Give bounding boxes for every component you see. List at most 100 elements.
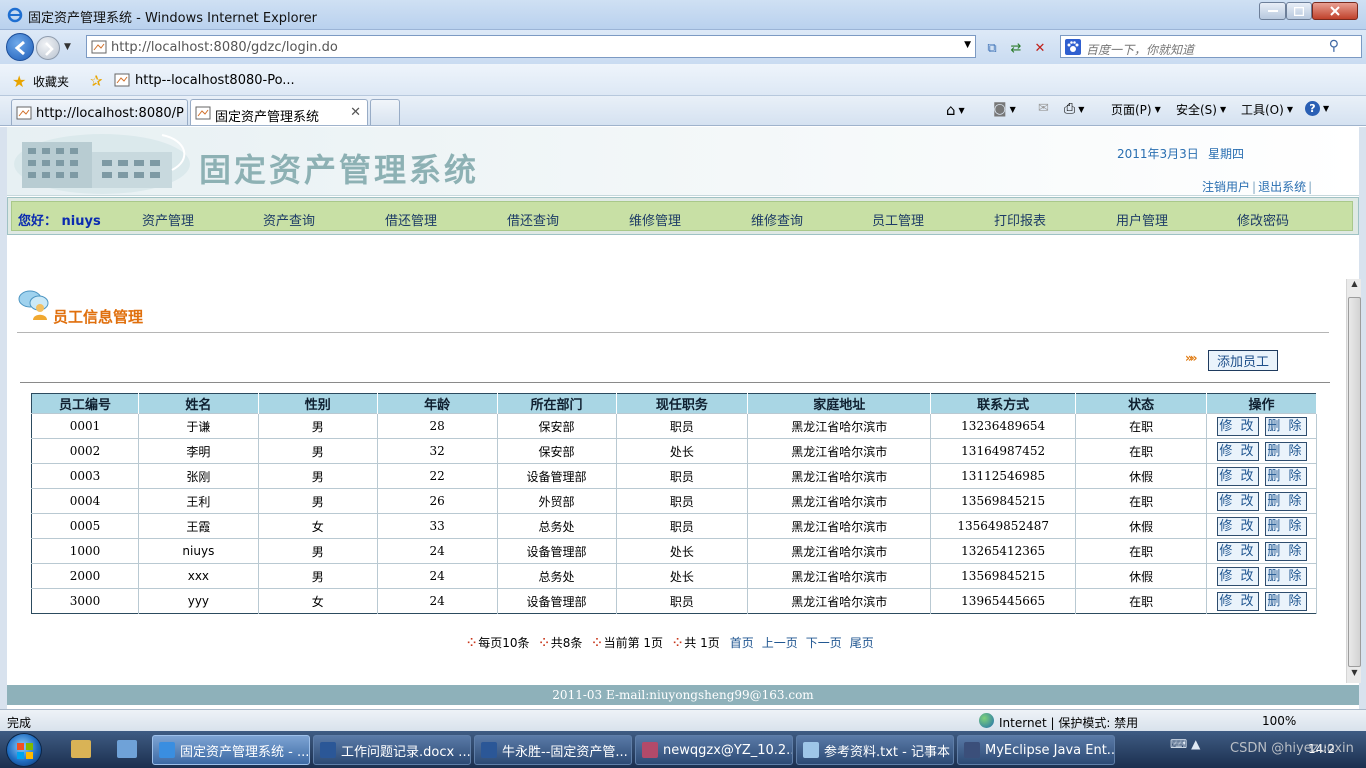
favorites-button[interactable]: 收藏夹 [33, 73, 69, 90]
search-icon[interactable]: ⚲ [1329, 38, 1339, 54]
edit-button[interactable]: 修 改 [1216, 491, 1259, 511]
menu-repair-management[interactable]: 维修管理 [629, 210, 681, 229]
menu-employee-management[interactable]: 员工管理 [872, 210, 924, 229]
favorite-link[interactable]: http--localhost8080-Po... [135, 73, 295, 88]
scroll-down-icon[interactable]: ▼ [1348, 668, 1361, 683]
edit-button[interactable]: 修 改 [1216, 516, 1259, 536]
refresh-icon[interactable]: ⇄ [1006, 38, 1026, 58]
favorites-star-icon[interactable]: ★ [12, 72, 26, 91]
back-button[interactable] [6, 33, 34, 61]
taskbar-item-word[interactable]: 工作问题记录.docx ... [313, 735, 471, 765]
home-icon: ⌂ [946, 101, 956, 119]
tray-icons[interactable]: ⌨ ▲ [1170, 737, 1200, 751]
edit-button[interactable]: 修 改 [1216, 541, 1259, 561]
delete-button[interactable]: 删 除 [1264, 566, 1307, 586]
table-cell: xxx [138, 563, 259, 589]
main-menu-inner: 您好： niuys 资产管理 资产查询 借还管理 借还查询 维修管理 维修查询 … [11, 201, 1353, 231]
forward-button[interactable] [36, 36, 60, 60]
table-cell: 男 [258, 413, 378, 439]
table-cell: 在职 [1075, 413, 1208, 439]
next-page-link[interactable]: 下一页 [806, 634, 842, 651]
menu-borrow-management[interactable]: 借还管理 [385, 210, 437, 229]
taskbar-item-notepad[interactable]: 参考资料.txt - 记事本 [796, 735, 954, 765]
delete-button[interactable]: 删 除 [1264, 466, 1307, 486]
close-button[interactable] [1312, 2, 1358, 20]
history-dropdown-icon[interactable]: ▼ [64, 42, 71, 52]
scroll-up-icon[interactable]: ▲ [1348, 279, 1361, 294]
edit-button[interactable]: 修 改 [1216, 441, 1259, 461]
tab-asset-system[interactable]: 固定资产管理系统 ✕ [190, 99, 368, 125]
minimize-button[interactable] [1259, 2, 1286, 20]
delete-button[interactable]: 删 除 [1264, 491, 1307, 511]
home-button[interactable]: ⌂ ▼ [946, 101, 965, 119]
delete-button[interactable]: 删 除 [1264, 516, 1307, 536]
maximize-button[interactable] [1286, 2, 1312, 20]
delete-button[interactable]: 删 除 [1264, 541, 1307, 561]
taskbar-item-word-doc[interactable]: 牛永胜--固定资产管... [474, 735, 632, 765]
table-cell: 3000 [31, 588, 139, 614]
menu-asset-management[interactable]: 资产管理 [142, 210, 194, 229]
table-cell: 在职 [1075, 488, 1208, 514]
network-icon[interactable] [117, 740, 137, 758]
stop-icon[interactable]: ✕ [1030, 38, 1050, 58]
exit-system-link[interactable]: 退出系统 [1258, 180, 1306, 194]
new-tab-button[interactable] [370, 99, 400, 125]
table-cell: 黑龙江省哈尔滨市 [747, 538, 932, 564]
close-tab-icon[interactable]: ✕ [350, 105, 361, 120]
edit-button[interactable]: 修 改 [1216, 591, 1259, 611]
menu-user-management[interactable]: 用户管理 [1116, 210, 1168, 229]
table-cell: 外贸部 [497, 488, 617, 514]
menu-change-password[interactable]: 修改密码 [1237, 210, 1289, 229]
baidu-paw-icon [1065, 39, 1081, 55]
table-cell: 保安部 [497, 413, 617, 439]
double-chevron-right-icon: »» [1185, 351, 1197, 365]
actions-cell: 修 改删 除 [1206, 563, 1317, 589]
menu-repair-query[interactable]: 维修查询 [751, 210, 803, 229]
prev-page-link[interactable]: 上一页 [762, 634, 798, 651]
compatibility-view-icon[interactable]: ⧉ [982, 38, 1002, 58]
app-title: 固定资产管理系统 [199, 151, 480, 189]
first-page-link[interactable]: 首页 [730, 634, 754, 651]
security-zone[interactable]: Internet | 保护模式: 禁用 [999, 714, 1138, 731]
page-menu[interactable]: 页面(P) ▼ [1111, 101, 1161, 118]
menu-print-report[interactable]: 打印报表 [994, 210, 1046, 229]
delete-button[interactable]: 删 除 [1264, 416, 1307, 436]
table-cell: 26 [377, 488, 498, 514]
edit-button[interactable]: 修 改 [1216, 416, 1259, 436]
last-page-link[interactable]: 尾页 [850, 634, 874, 651]
table-cell: 33 [377, 513, 498, 539]
zoom-level[interactable]: 100% [1262, 714, 1296, 728]
taskbar-item-label: 工作问题记录.docx ... [341, 744, 471, 760]
tab-localhost[interactable]: http://localhost:8080/Po... [11, 99, 188, 125]
tools-menu[interactable]: 工具(O) ▼ [1241, 101, 1293, 118]
vertical-scrollbar[interactable]: ▲ ▼ [1346, 279, 1361, 683]
taskbar-item-browser[interactable]: 固定资产管理系统 - ... [152, 735, 310, 765]
edit-button[interactable]: 修 改 [1216, 566, 1259, 586]
logout-user-link[interactable]: 注销用户 [1202, 180, 1250, 194]
table-cell: 2000 [31, 563, 139, 589]
help-button[interactable]: ? ▼ [1305, 101, 1329, 116]
taskbar-item-db[interactable]: newqgzx@YZ_10.2.... [635, 735, 793, 765]
mail-button[interactable]: ✉ [1038, 101, 1049, 116]
safety-menu[interactable]: 安全(S) ▼ [1176, 101, 1226, 118]
menu-asset-query[interactable]: 资产查询 [263, 210, 315, 229]
add-favorite-icon[interactable]: ✰ [90, 72, 103, 90]
url-dropdown-icon[interactable]: ▼ [964, 40, 971, 50]
menu-borrow-query[interactable]: 借还查询 [507, 210, 559, 229]
delete-button[interactable]: 删 除 [1264, 441, 1307, 461]
taskbar-item-myeclipse[interactable]: MyEclipse Java Ent... [957, 735, 1115, 765]
start-button[interactable] [6, 733, 42, 767]
building-logo-icon [14, 134, 190, 194]
explorer-icon[interactable] [71, 740, 91, 758]
feeds-button[interactable]: ◙ ▼ [993, 101, 1016, 117]
link-separator: | [1308, 180, 1313, 194]
scroll-thumb[interactable] [1348, 297, 1361, 667]
address-bar[interactable]: http://localhost:8080/gdzc/login.do ▼ [86, 35, 976, 58]
add-employee-button[interactable]: 添加员工 [1208, 350, 1278, 371]
print-button[interactable]: ⎙ ▼ [1064, 101, 1084, 117]
edit-button[interactable]: 修 改 [1216, 466, 1259, 486]
page-icon [91, 40, 107, 54]
search-input[interactable]: 百度一下，你就知道 ⚲ [1060, 35, 1362, 58]
status-text: 完成 [7, 716, 32, 730]
delete-button[interactable]: 删 除 [1264, 591, 1307, 611]
